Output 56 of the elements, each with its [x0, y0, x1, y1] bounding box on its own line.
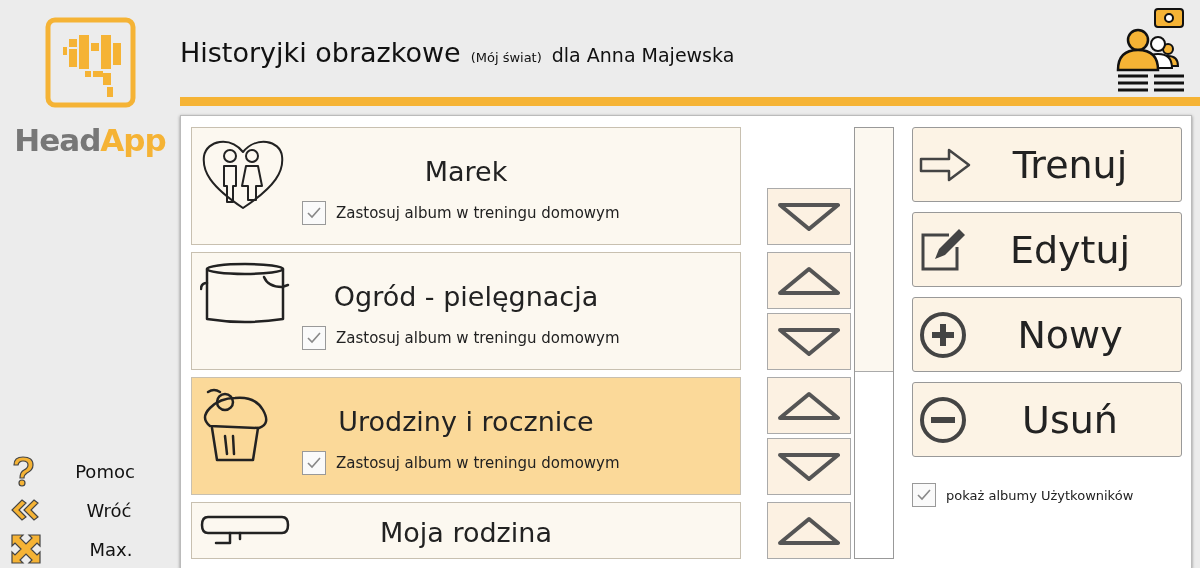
down-triangle-icon: [778, 201, 840, 232]
nav-link[interactable]: Max.: [76, 538, 146, 560]
checkbox[interactable]: pokaż albumy Użytkowników: [912, 483, 1182, 507]
album-title: Urodziny i rocznice: [338, 406, 594, 437]
checkbox-label: pokaż albumy Użytkowników: [946, 487, 1134, 503]
album-item[interactable]: Urodziny i rocznice Zastosuj album w treningu domowym: [191, 377, 741, 495]
plus-circle-icon: [919, 310, 967, 359]
checkmark-icon: [916, 488, 932, 502]
scrollbar[interactable]: [854, 127, 894, 559]
logo-icon: [44, 17, 136, 108]
minus-circle-icon: [919, 395, 967, 444]
user-name: dla Anna Majewska: [551, 44, 735, 66]
right-arrow-icon: [919, 147, 971, 182]
down-triangle-icon: [778, 326, 840, 357]
move-down-button[interactable]: [767, 438, 851, 495]
down-triangle-icon: [778, 451, 840, 482]
album-item[interactable]: Moja rodzina: [191, 502, 741, 559]
album-item[interactable]: Marek Zastosuj album w treningu domowym: [191, 127, 741, 245]
checkbox-box[interactable]: [302, 201, 326, 225]
checkbox-box[interactable]: [302, 326, 326, 350]
page-subtitle: (Mój świat): [470, 50, 542, 65]
nav-link[interactable]: Pomoc: [70, 460, 140, 482]
back-icon[interactable]: [10, 499, 40, 521]
checkbox[interactable]: Zastosuj album w treningu domowym: [302, 201, 620, 225]
up-triangle-icon: [778, 390, 840, 421]
action-button[interactable]: Edytuj: [912, 212, 1182, 287]
move-down-button[interactable]: [767, 188, 851, 245]
checkbox-box[interactable]: [302, 451, 326, 475]
checkmark-icon: [306, 206, 322, 220]
checkbox-label: Zastosuj album w treningu domowym: [336, 329, 620, 347]
checkbox[interactable]: Zastosuj album w treningu domowym: [302, 326, 620, 350]
up-triangle-icon: [778, 265, 840, 296]
help-icon[interactable]: [10, 455, 36, 487]
page-title: Historyjki obrazkowe: [180, 37, 461, 68]
logo-text: HeadApp: [14, 122, 166, 158]
checkbox[interactable]: Zastosuj album w treningu domowym: [302, 451, 620, 475]
checkmark-icon: [306, 456, 322, 470]
checkmark-icon: [306, 331, 322, 345]
maximize-icon[interactable]: [10, 533, 42, 565]
album-item[interactable]: Ogród - pielęgnacja Zastosuj album w treningu domowym: [191, 252, 741, 370]
move-up-button[interactable]: [767, 377, 851, 434]
move-up-button[interactable]: [767, 502, 851, 559]
action-button[interactable]: Trenuj: [912, 127, 1182, 202]
move-down-button[interactable]: [767, 313, 851, 370]
nav-link[interactable]: Wróć: [74, 499, 144, 521]
scrollbar-thumb[interactable]: [855, 128, 893, 372]
album-title: Ogród - pielęgnacja: [333, 281, 599, 312]
album-title: Marek: [424, 156, 508, 187]
move-up-button[interactable]: [767, 252, 851, 309]
album-title: Moja rodzina: [380, 517, 552, 548]
action-button[interactable]: Nowy: [912, 297, 1182, 372]
checkbox-label: Zastosuj album w treningu domowym: [336, 454, 620, 472]
checkbox-label: Zastosuj album w treningu domowym: [336, 204, 620, 222]
action-button[interactable]: Usuń: [912, 382, 1182, 457]
checkbox-box[interactable]: [912, 483, 936, 507]
up-triangle-icon: [778, 515, 840, 546]
